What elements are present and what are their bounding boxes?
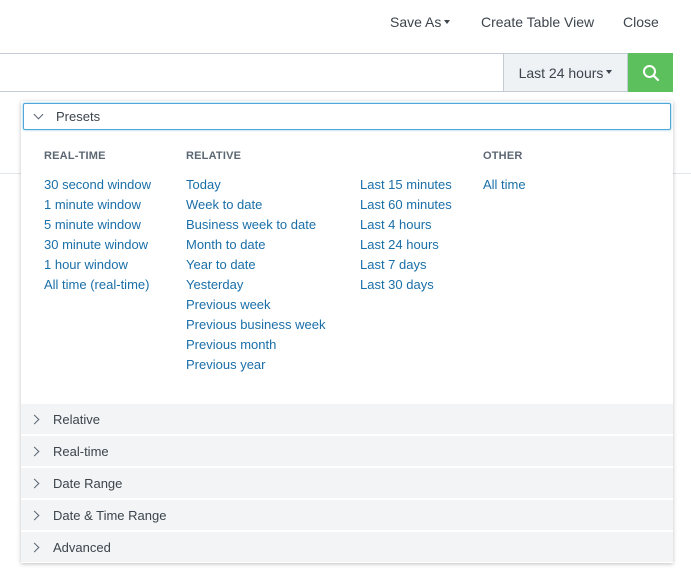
preset-link[interactable]: Previous business week [186, 315, 325, 335]
preset-link[interactable]: 30 second window [44, 175, 151, 195]
presets-accordion-header[interactable]: Presets [23, 103, 671, 130]
save-as-menu[interactable]: Save As [390, 14, 451, 30]
section-label: Advanced [53, 539, 111, 555]
search-input[interactable] [0, 53, 504, 92]
section-label: Date & Time Range [53, 507, 167, 523]
preset-link[interactable]: Last 15 minutes [360, 175, 452, 195]
date-time-range-accordion-header[interactable]: Date & Time Range [21, 500, 673, 530]
column-title: REAL-TIME [44, 150, 106, 162]
caret-down-icon [606, 69, 613, 74]
chevron-down-icon [33, 109, 44, 120]
chevron-right-icon [29, 414, 40, 424]
search-icon [642, 64, 659, 81]
top-toolbar: Save As Create Table View Close [0, 0, 691, 44]
section-label: Real-time [53, 443, 109, 459]
section-label: Relative [53, 411, 100, 427]
preset-link[interactable]: Last 7 days [360, 255, 452, 275]
realtime-accordion-header[interactable]: Real-time [21, 436, 673, 466]
chevron-right-icon [29, 446, 40, 456]
column-title: RELATIVE [186, 150, 242, 162]
close-link[interactable]: Close [623, 14, 659, 30]
relative-column: RELATIVE Today Week to date Business wee… [186, 149, 325, 375]
preset-link[interactable]: 5 minute window [44, 215, 151, 235]
chevron-right-icon [29, 510, 40, 520]
preset-link[interactable]: Last 30 days [360, 275, 452, 295]
preset-link[interactable]: Yesterday [186, 275, 325, 295]
preset-link[interactable]: Previous year [186, 355, 325, 375]
date-range-accordion-header[interactable]: Date Range [21, 468, 673, 498]
preset-link[interactable]: Year to date [186, 255, 325, 275]
preset-link[interactable]: All time [483, 175, 526, 195]
relative-accordion-header[interactable]: Relative [21, 404, 673, 434]
preset-link[interactable]: 30 minute window [44, 235, 151, 255]
preset-link[interactable]: Previous month [186, 335, 325, 355]
chevron-right-icon [29, 478, 40, 488]
save-as-label: Save As [390, 14, 442, 30]
preset-link[interactable]: All time (real-time) [44, 275, 151, 295]
caret-down-icon [444, 20, 451, 25]
time-range-label: Last 24 hours [518, 64, 604, 81]
realtime-column: REAL-TIME 30 second window 1 minute wind… [44, 149, 151, 295]
section-label: Date Range [53, 475, 123, 491]
preset-link[interactable]: Last 60 minutes [360, 195, 452, 215]
preset-link[interactable]: Month to date [186, 235, 325, 255]
relative-last-column: Last 15 minutes Last 60 minutes Last 4 h… [360, 175, 452, 295]
create-table-view-link[interactable]: Create Table View [481, 14, 594, 30]
advanced-accordion-header[interactable]: Advanced [21, 532, 673, 562]
chevron-right-icon [29, 542, 40, 552]
search-button[interactable] [628, 53, 673, 92]
column-title: OTHER [483, 150, 523, 162]
preset-link[interactable]: Business week to date [186, 215, 325, 235]
presets-label: Presets [56, 109, 101, 124]
time-range-dropdown: Presets REAL-TIME 30 second window 1 min… [21, 101, 673, 563]
preset-link[interactable]: Today [186, 175, 325, 195]
preset-link[interactable]: Last 24 hours [360, 235, 452, 255]
time-range-picker-button[interactable]: Last 24 hours [504, 53, 628, 92]
preset-link[interactable]: Previous week [186, 295, 325, 315]
preset-link[interactable]: 1 hour window [44, 255, 151, 275]
preset-link[interactable]: Week to date [186, 195, 325, 215]
other-column: OTHER All time [483, 149, 526, 195]
preset-link[interactable]: 1 minute window [44, 195, 151, 215]
preset-link[interactable]: Last 4 hours [360, 215, 452, 235]
